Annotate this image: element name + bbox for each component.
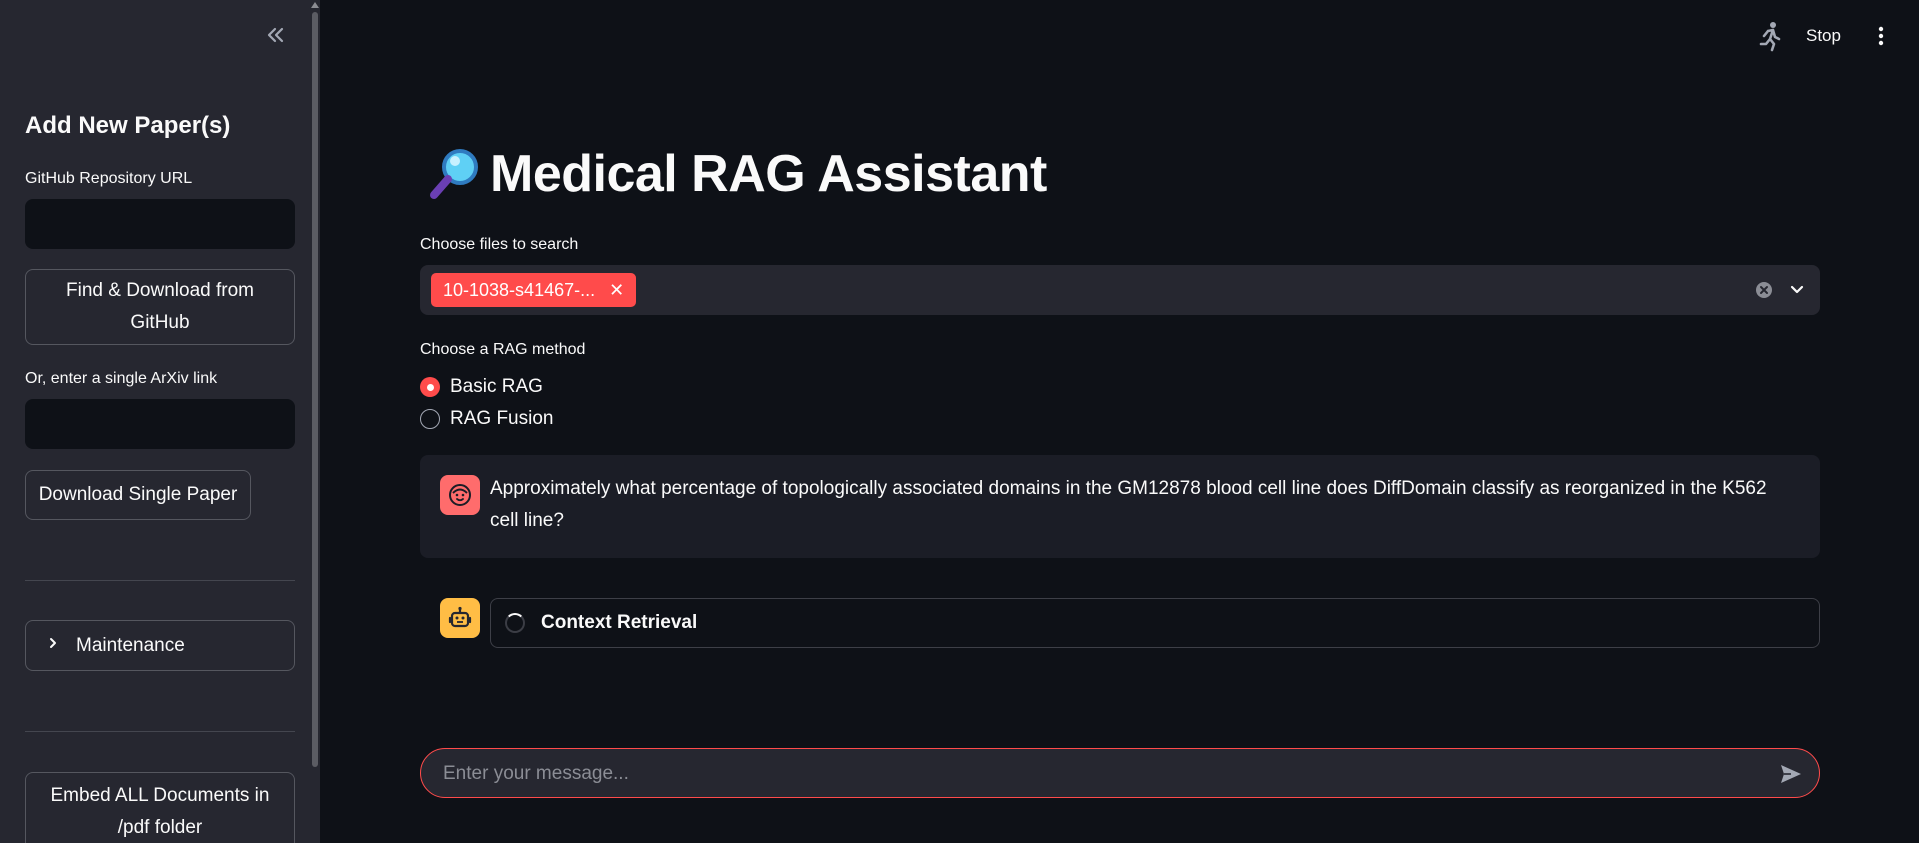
scrollbar-thumb[interactable] [312, 12, 318, 767]
sidebar: Add New Paper(s) GitHub Repository URL F… [0, 0, 320, 843]
status-label: Context Retrieval [541, 612, 698, 633]
magnifying-glass-icon [426, 145, 484, 203]
face-icon [449, 484, 471, 506]
files-multiselect[interactable]: 10-1038-s41467-... ✕ [420, 265, 1820, 315]
radio-basic-rag-label: Basic RAG [450, 376, 543, 397]
file-chip-label: 10-1038-s41467-... [443, 279, 596, 300]
sidebar-divider [25, 731, 295, 732]
find-download-github-label: Find & Download from GitHub [66, 280, 254, 333]
page-title-row: Medical RAG Assistant [426, 144, 1047, 204]
maintenance-expander[interactable]: Maintenance [25, 620, 295, 671]
user-message-text: Approximately what percentage of topolog… [490, 478, 1767, 531]
file-chip[interactable]: 10-1038-s41467-... ✕ [431, 273, 637, 307]
chat-input-container[interactable] [420, 748, 1820, 799]
vertical-dots-icon [1878, 26, 1884, 46]
double-chevron-left-icon [267, 27, 284, 43]
close-icon[interactable]: ✕ [609, 280, 624, 301]
stop-button[interactable]: Stop [1806, 26, 1841, 46]
context-retrieval-status[interactable]: Context Retrieval [490, 598, 1820, 648]
collapse-sidebar-button[interactable] [262, 22, 288, 48]
radio-unselected-icon[interactable] [420, 409, 440, 429]
embed-all-documents-button[interactable]: Embed ALL Documents in /pdf folder [25, 772, 295, 843]
download-single-paper-label: Download Single Paper [38, 484, 238, 505]
user-avatar [440, 475, 480, 515]
rag-method-label: Choose a RAG method [420, 341, 586, 358]
page-title: Medical RAG Assistant [490, 145, 1047, 203]
embed-all-documents-label: Embed ALL Documents in /pdf folder [50, 785, 270, 838]
maintenance-label: Maintenance [76, 634, 185, 656]
chevron-right-icon [46, 636, 60, 655]
files-label: Choose files to search [420, 236, 579, 253]
find-download-github-button[interactable]: Find & Download from GitHub [25, 269, 295, 345]
download-single-paper-button[interactable]: Download Single Paper [25, 470, 251, 520]
radio-basic-rag[interactable]: Basic RAG [420, 376, 543, 398]
scroll-up-arrow-icon[interactable] [311, 2, 319, 8]
github-url-input[interactable] [25, 199, 295, 249]
send-icon[interactable] [1779, 762, 1803, 786]
radio-selected-icon[interactable] [420, 377, 440, 397]
radio-rag-fusion[interactable]: RAG Fusion [420, 408, 553, 430]
main-menu-button[interactable] [1874, 24, 1888, 48]
assistant-avatar [440, 598, 480, 638]
sidebar-title: Add New Paper(s) [25, 112, 231, 139]
user-chat-message: Approximately what percentage of topolog… [420, 455, 1820, 558]
github-url-label: GitHub Repository URL [25, 170, 193, 187]
spinner-icon [505, 613, 525, 633]
arxiv-link-label: Or, enter a single ArXiv link [25, 370, 218, 387]
sidebar-divider [25, 580, 295, 581]
robot-icon [448, 606, 472, 628]
chat-message-input[interactable] [441, 749, 1765, 799]
clear-all-icon[interactable] [1755, 281, 1773, 299]
radio-rag-fusion-label: RAG Fusion [450, 408, 554, 429]
running-man-icon [1756, 20, 1784, 52]
chevron-down-icon[interactable] [1788, 281, 1806, 299]
sidebar-scrollbar[interactable] [311, 0, 319, 843]
arxiv-link-input[interactable] [25, 399, 295, 449]
